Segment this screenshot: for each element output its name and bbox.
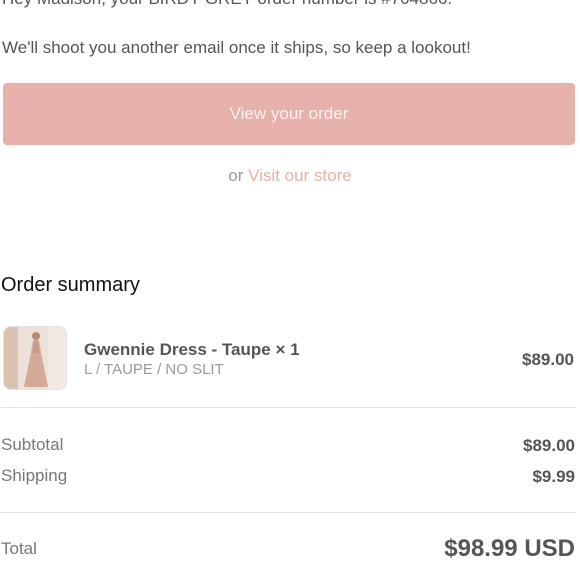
- subtotal-label: Subtotal: [1, 435, 64, 454]
- divider: [0, 512, 576, 513]
- view-order-button[interactable]: View your order: [3, 83, 575, 145]
- order-greeting: Hey Madison, your BIRDY GREY order numbe…: [2, 0, 452, 9]
- order-summary-title: Order summary: [1, 274, 140, 296]
- shipping-value: $9.99: [532, 467, 575, 486]
- divider: [0, 407, 576, 408]
- product-thumbnail: [3, 326, 67, 390]
- total-currency: USD: [524, 535, 575, 562]
- product-price: $89.00: [522, 350, 574, 369]
- total-label: Total: [1, 539, 37, 558]
- product-variant: L / TAUPE / NO SLIT: [84, 361, 224, 378]
- dress-photo-icon: [4, 327, 66, 389]
- or-text: or: [228, 166, 244, 185]
- visit-store-link[interactable]: Visit our store: [248, 166, 352, 185]
- total-value: $98.99 USD: [444, 535, 575, 563]
- subtotal-value: $89.00: [523, 436, 575, 455]
- product-name: Gwennie Dress - Taupe × 1: [84, 340, 300, 359]
- total-amount: $98.99: [444, 535, 518, 562]
- visit-store-line: or Visit our store: [0, 166, 580, 186]
- view-order-label: View your order: [229, 104, 349, 123]
- shipping-label: Shipping: [1, 466, 68, 485]
- shipping-note: We'll shoot you another email once it sh…: [2, 38, 471, 57]
